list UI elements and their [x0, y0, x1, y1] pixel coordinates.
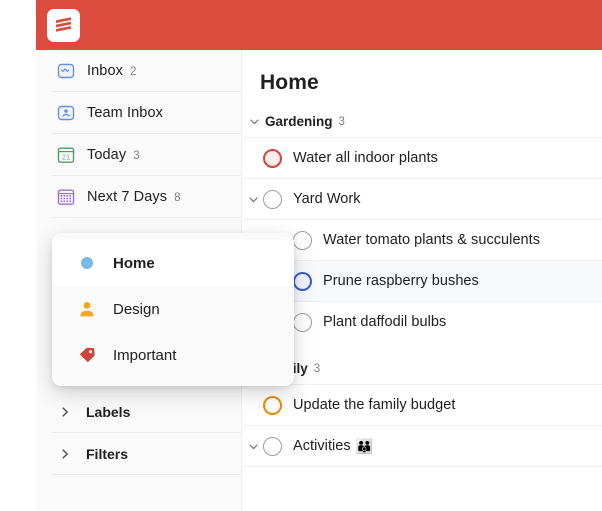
sidebar-item-count: 8 [174, 191, 181, 204]
task-label: Prune raspberry bushes [323, 273, 479, 289]
sidebar-group-labels[interactable]: Labels [36, 391, 241, 432]
sidebar-item-label: Team Inbox [87, 104, 163, 121]
task-row-content: Yard Work [263, 189, 361, 209]
task-label: Yard Work [293, 191, 361, 207]
task-checkbox[interactable] [263, 436, 282, 456]
sidebar-group-label: Filters [86, 445, 129, 462]
section-header-gardening[interactable]: Gardening 3 [243, 105, 602, 137]
task-row[interactable]: Prune raspberry bushes [243, 260, 602, 301]
overlay-item-list: Home Design Important [52, 240, 294, 378]
task-row-content: Water tomato plants & succulents [263, 230, 541, 250]
task-row[interactable]: Activities 👪 [243, 425, 602, 466]
todoist-window: Inbox 2 Team Inbox 21 Today 3 Next 7 Days 8 Lab… [36, 0, 602, 511]
tag-icon [78, 346, 96, 364]
task-emoji: 👪 [355, 437, 374, 454]
task-row[interactable]: Update the family budget [243, 384, 602, 425]
chevron-down-icon[interactable] [246, 116, 262, 127]
overlay-item-home[interactable]: Home [52, 240, 294, 286]
todoist-logo-icon[interactable] [47, 9, 80, 42]
section-name: Gardening [265, 113, 333, 129]
task-row-content: Water all indoor plants [263, 148, 438, 168]
task-label: Water tomato plants & succulents [323, 232, 541, 248]
task-row-content: Activities 👪 [263, 436, 374, 456]
task-label: Plant daffodil bulbs [323, 314, 447, 330]
task-row[interactable]: Water tomato plants & succulents [243, 219, 602, 260]
overlay-item-design[interactable]: Design [52, 286, 294, 332]
sidebar-group-label: Labels [86, 403, 131, 420]
chevron-right-icon[interactable] [58, 448, 72, 460]
svg-text:21: 21 [62, 152, 70, 161]
task-checkbox[interactable] [293, 312, 312, 332]
task-row[interactable]: Plant daffodil bulbs [243, 301, 602, 342]
sidebar-item-label: Today [87, 146, 127, 163]
page-title: Home [260, 71, 319, 94]
overlay-item-label: Home [113, 254, 155, 272]
task-label: Water all indoor plants [293, 150, 438, 166]
sidebar-item-label: Inbox [87, 62, 123, 79]
app-root: Inbox 2 Team Inbox 21 Today 3 Next 7 Days 8 Lab… [0, 0, 602, 511]
section-count: 3 [313, 363, 321, 375]
sidebar-collapsible-list: Labels Filters [36, 391, 241, 475]
task-row-content: Prune raspberry bushes [263, 271, 479, 291]
person-icon [78, 300, 96, 318]
calendar-week-icon [56, 187, 76, 207]
project-dropdown-overlay: Home Design Important [52, 233, 294, 386]
task-row[interactable]: Water all indoor plants [243, 137, 602, 178]
task-checkbox[interactable] [263, 189, 282, 209]
sidebar-item-label: Next 7 Days [87, 188, 168, 205]
sidebar-item-next-7-days[interactable]: Next 7 Days 8 [36, 176, 241, 217]
overlay-item-important[interactable]: Important [52, 332, 294, 378]
chevron-down-icon[interactable] [245, 194, 261, 205]
sidebar-item-count: 3 [133, 149, 140, 162]
task-label: Activities [293, 438, 351, 454]
task-row-content: Update the family budget [263, 395, 456, 415]
sidebar-divider [52, 474, 241, 475]
task-checkbox[interactable] [263, 395, 282, 415]
sidebar-nav-list: Inbox 2 Team Inbox 21 Today 3 Next 7 Days 8 [36, 50, 241, 218]
overlay-item-label: Design [113, 300, 160, 318]
inbox-icon [56, 61, 76, 81]
top-header-bar [36, 0, 602, 50]
section-end-divider [243, 466, 602, 467]
chevron-down-icon[interactable] [245, 441, 261, 452]
sidebar-item-today[interactable]: 21 Today 3 [36, 134, 241, 175]
task-checkbox[interactable] [263, 148, 282, 168]
chevron-right-icon[interactable] [58, 406, 72, 418]
sidebar-group-filters[interactable]: Filters [36, 433, 241, 474]
blue-dot-icon [78, 254, 96, 272]
overlay-item-label: Important [113, 346, 177, 364]
task-checkbox[interactable] [293, 271, 312, 291]
team-inbox-icon [56, 103, 76, 123]
main-content: Home Gardening 3 Water all indoor plants Ya… [243, 50, 602, 511]
overlay-top-padding [52, 233, 294, 240]
task-sections: Gardening 3 Water all indoor plants Yard Wo… [243, 105, 602, 467]
section-header-family[interactable]: Family3 [243, 352, 602, 384]
task-label: Update the family budget [293, 397, 456, 413]
task-checkbox[interactable] [293, 230, 312, 250]
sidebar-item-inbox[interactable]: Inbox 2 [36, 50, 241, 91]
sidebar-item-team-inbox[interactable]: Team Inbox [36, 92, 241, 133]
task-row[interactable]: Yard Work [243, 178, 602, 219]
blue-dot-shape [81, 257, 93, 269]
calendar-today-icon: 21 [56, 145, 76, 165]
section-count: 3 [338, 116, 345, 128]
sidebar-item-count: 2 [129, 65, 137, 78]
